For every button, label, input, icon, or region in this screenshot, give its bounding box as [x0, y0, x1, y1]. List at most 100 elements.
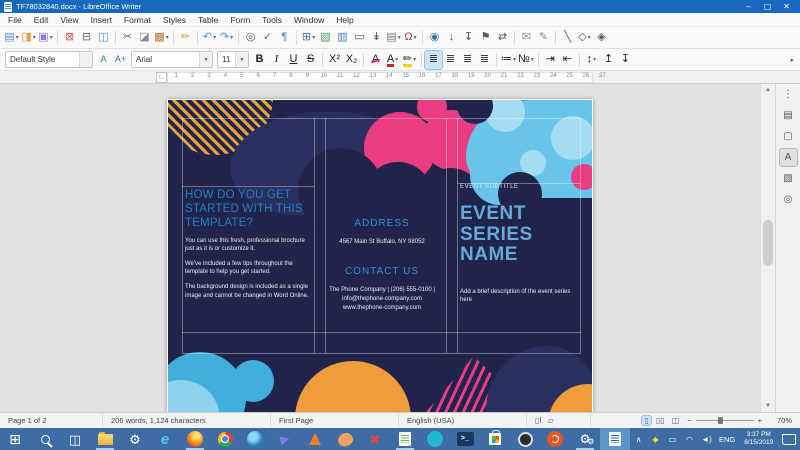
underline-button[interactable]: U: [285, 51, 302, 69]
styles-deck-icon[interactable]: A: [780, 149, 797, 166]
menu-table[interactable]: Table: [192, 15, 224, 25]
tray-expand-button[interactable]: ∧: [630, 434, 647, 444]
decrease-indent-button[interactable]: ⇤: [559, 51, 576, 69]
font-name-select[interactable]: Arial ▾: [131, 51, 213, 68]
teal-app-button[interactable]: [420, 428, 450, 450]
menu-tools[interactable]: Tools: [256, 15, 288, 25]
brochure-middle-column[interactable]: ADDRESS 4567 Main St Buffalo, NY 98052 C…: [318, 218, 446, 312]
edge-button[interactable]: e: [150, 428, 180, 450]
track-changes-button[interactable]: ✎: [535, 29, 552, 47]
text-language[interactable]: English (USA): [399, 413, 527, 428]
chevron-down-icon[interactable]: [79, 52, 92, 67]
action-center-icon[interactable]: [782, 434, 796, 445]
new-style-button[interactable]: A+: [112, 51, 129, 69]
libreoffice-button[interactable]: [390, 428, 420, 450]
clear-formatting-button[interactable]: A: [367, 51, 384, 69]
multi-page-view-button[interactable]: ▯▯: [654, 416, 667, 425]
export-pdf-button[interactable]: ⊠: [61, 29, 78, 47]
menu-window[interactable]: Window: [288, 15, 330, 25]
align-center-button[interactable]: ≣: [442, 51, 459, 69]
copy-button[interactable]: ◪: [136, 29, 153, 47]
zoom-level[interactable]: 70%: [766, 416, 800, 425]
task-view-button[interactable]: ◫: [60, 428, 90, 450]
menu-file[interactable]: File: [2, 15, 28, 25]
cut-button[interactable]: ✂: [119, 29, 136, 47]
update-style-button[interactable]: A: [95, 51, 112, 69]
word-count[interactable]: 206 words, 1,124 characters: [103, 413, 271, 428]
ubuntu-button[interactable]: [540, 428, 570, 450]
open-button[interactable]: ◨: [20, 29, 37, 47]
new-document-button[interactable]: ▤: [3, 29, 20, 47]
vertical-scrollbar[interactable]: ▲ ▼: [760, 84, 775, 412]
display-icon[interactable]: ▭: [664, 434, 681, 444]
properties-deck-icon[interactable]: ▤: [780, 107, 797, 124]
horizontal-ruler[interactable]: ∟ 12345678910111213141516171819202122232…: [0, 71, 800, 84]
justify-button[interactable]: ≣: [476, 51, 493, 69]
gallery-deck-icon[interactable]: ▧: [780, 170, 797, 187]
superscript-button[interactable]: X²: [326, 51, 343, 69]
zoom-thumb[interactable]: [718, 417, 723, 424]
insert-chart-button[interactable]: ▥: [334, 29, 351, 47]
sidebar-settings-icon[interactable]: ⋮: [780, 86, 797, 103]
scroll-down-arrow[interactable]: ▼: [761, 400, 775, 412]
spelling-button[interactable]: ✓: [259, 29, 276, 47]
zoom-out-button[interactable]: −: [687, 416, 691, 425]
special-character-button[interactable]: Ω: [402, 29, 419, 47]
italic-button[interactable]: I: [268, 51, 285, 69]
para-space-increase-button[interactable]: ↥: [600, 51, 617, 69]
writer-window-button[interactable]: [600, 428, 630, 450]
endnote-button[interactable]: ↧: [460, 29, 477, 47]
defender-shield-icon[interactable]: ◆: [647, 434, 664, 444]
scrollbar-thumb[interactable]: [763, 220, 773, 266]
hyperlink-button[interactable]: ◉: [426, 29, 443, 47]
font-color-button[interactable]: A: [384, 51, 401, 69]
start-button[interactable]: ⊞: [0, 428, 30, 450]
paragraph-style-select[interactable]: Default Style: [5, 51, 93, 68]
basic-shapes-button[interactable]: ◇: [576, 29, 593, 47]
menu-edit[interactable]: Edit: [28, 15, 55, 25]
paste-button[interactable]: ▩: [153, 29, 170, 47]
file-explorer-button[interactable]: [90, 428, 120, 450]
brochure-left-column[interactable]: HOW DO YOU GET STARTED WITH THIS TEMPLAT…: [185, 188, 309, 300]
formatting-marks-button[interactable]: ¶: [276, 29, 293, 47]
brochure-right-column[interactable]: EVENT SUBTITLE EVENTSERIESNAME Add a bri…: [460, 184, 582, 304]
clock[interactable]: 3:37 PM 8/15/2019: [739, 431, 778, 447]
vlc-button[interactable]: [300, 428, 330, 450]
insert-comment-button[interactable]: ✉: [518, 29, 535, 47]
dark-app-button[interactable]: [510, 428, 540, 450]
find-replace-button[interactable]: ◎: [242, 29, 259, 47]
minimize-button[interactable]: –: [739, 0, 758, 13]
numbered-list-button[interactable]: №: [517, 51, 535, 69]
chevron-down-icon[interactable]: ▾: [199, 52, 212, 67]
insert-line-button[interactable]: ╲: [559, 29, 576, 47]
document-page[interactable]: HOW DO YOU GET STARTED WITH THIS TEMPLAT…: [167, 99, 593, 412]
toolbar-overflow-button[interactable]: ▸: [790, 56, 797, 64]
tab-stop-selector[interactable]: ∟: [156, 72, 167, 83]
menu-form[interactable]: Form: [224, 15, 256, 25]
cross-reference-button[interactable]: ⇄: [494, 29, 511, 47]
undo-button[interactable]: ↶: [201, 29, 218, 47]
menu-styles[interactable]: Styles: [157, 15, 192, 25]
insert-field-button[interactable]: ▤: [385, 29, 402, 47]
book-view-button[interactable]: ◫: [670, 416, 682, 425]
strikethrough-button[interactable]: S: [302, 51, 319, 69]
increase-indent-button[interactable]: ⇥: [542, 51, 559, 69]
subscript-button[interactable]: X₂: [343, 51, 360, 69]
zoom-track[interactable]: [696, 420, 754, 421]
language-indicator[interactable]: ENG: [715, 435, 739, 444]
insert-mode-indicator[interactable]: ▯I: [535, 416, 542, 425]
settings-button[interactable]: ⚙: [120, 428, 150, 450]
font-size-select[interactable]: 11 ▾: [217, 51, 249, 68]
insert-table-button[interactable]: ⊞: [300, 29, 317, 47]
insert-textbox-button[interactable]: ▭: [351, 29, 368, 47]
bullet-list-button[interactable]: ≔: [500, 51, 517, 69]
menu-format[interactable]: Format: [118, 15, 157, 25]
menu-insert[interactable]: Insert: [85, 15, 118, 25]
purple-app-button[interactable]: ▶: [270, 428, 300, 450]
page-deck-icon[interactable]: ▢: [780, 128, 797, 145]
insert-image-button[interactable]: ▧: [317, 29, 334, 47]
footnote-button[interactable]: ↓: [443, 29, 460, 47]
zoom-in-button[interactable]: +: [758, 416, 762, 425]
print-preview-button[interactable]: ◫: [95, 29, 112, 47]
highlight-color-button[interactable]: ✏: [401, 51, 418, 69]
